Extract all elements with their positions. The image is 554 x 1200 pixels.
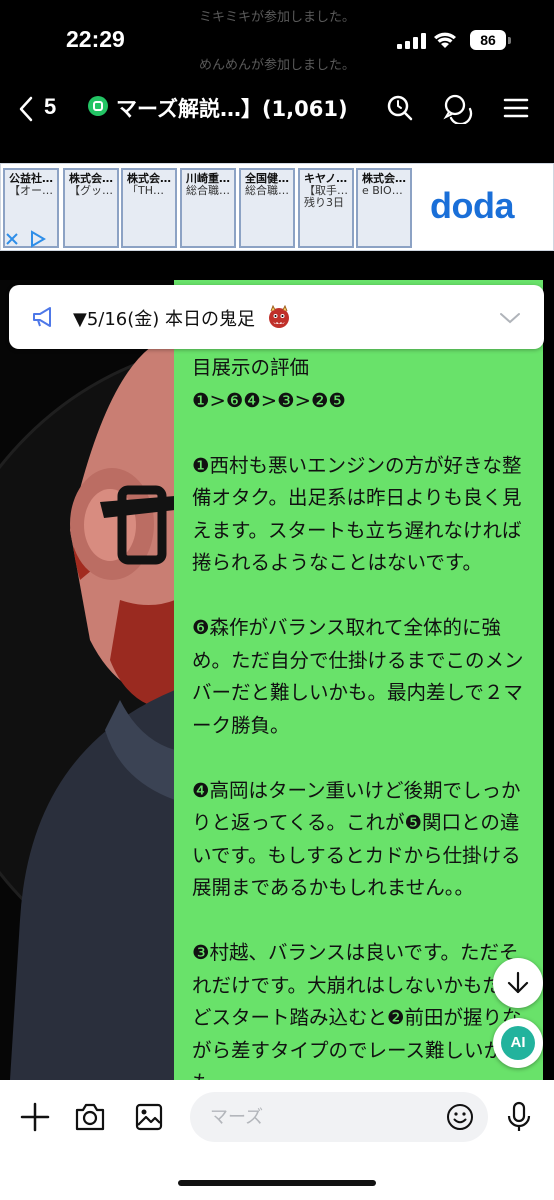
ad-card[interactable]: 全国健… 総合職… xyxy=(239,168,295,248)
cellular-signal-icon xyxy=(397,33,427,49)
battery-icon: 86 xyxy=(470,30,506,50)
announcement-banner[interactable]: ▼5/16(金) 本日の鬼足 xyxy=(9,285,544,349)
unread-count: 5 xyxy=(44,94,57,119)
ad-card[interactable]: 株式会… e BIO… xyxy=(356,168,412,248)
back-button[interactable]: 5 xyxy=(18,92,70,124)
scroll-down-button[interactable] xyxy=(493,958,543,1008)
message-text: 目展示の評価 ❶>❻❹>❸>❷❺ ❶西村も悪いエンジンの方が好きな整備オタク。出… xyxy=(192,356,524,1159)
system-message: ミキミキが参加しました。 xyxy=(198,10,355,25)
microphone-icon[interactable] xyxy=(502,1100,536,1134)
image-icon[interactable] xyxy=(132,1100,166,1134)
announcement-text: ▼5/16(金) 本日の鬼足 xyxy=(73,309,256,330)
open-chat-icon xyxy=(88,96,108,116)
message-input-container[interactable] xyxy=(190,1092,488,1142)
ai-assistant-button[interactable]: AI xyxy=(493,1018,543,1068)
chevron-left-icon xyxy=(19,96,33,122)
voice-room-icon[interactable] xyxy=(442,92,474,126)
ad-card[interactable]: 株式会… 【グッ… xyxy=(63,168,119,248)
megaphone-icon xyxy=(33,307,51,327)
chevron-down-icon[interactable] xyxy=(499,311,521,325)
wifi-icon xyxy=(433,30,457,50)
arrow-down-icon xyxy=(507,971,529,994)
oni-face-icon xyxy=(269,305,289,328)
camera-icon[interactable] xyxy=(73,1100,107,1134)
ad-card[interactable]: 川崎重… 総合職… xyxy=(180,168,236,248)
status-time: 22:29 xyxy=(66,26,125,52)
chat-header: 5 マーズ解説…】(1,061) xyxy=(0,80,554,138)
plus-icon[interactable] xyxy=(18,1100,52,1134)
system-message: めんめんが参加しました。 xyxy=(198,58,355,73)
chat-title[interactable]: マーズ解説…】(1,061) xyxy=(116,93,348,123)
ad-brand-logo[interactable]: doda xyxy=(430,185,515,227)
search-icon[interactable] xyxy=(384,92,416,124)
ai-label: AI xyxy=(501,1026,535,1060)
home-indicator xyxy=(178,1180,376,1186)
character-avatar-image xyxy=(0,280,175,1080)
ad-card[interactable]: キヤノ… 【取手… 残り3日 xyxy=(298,168,354,248)
menu-icon[interactable] xyxy=(500,92,532,124)
status-bar: ミキミキが参加しました。 22:29 86 めんめんが参加しました。 xyxy=(0,0,554,80)
ad-card[interactable]: 株式会… 「TH… xyxy=(121,168,177,248)
message-input[interactable] xyxy=(210,1102,430,1132)
battery-tip xyxy=(508,37,511,44)
ad-close-button[interactable] xyxy=(4,230,48,250)
emoji-icon[interactable] xyxy=(446,1103,474,1131)
